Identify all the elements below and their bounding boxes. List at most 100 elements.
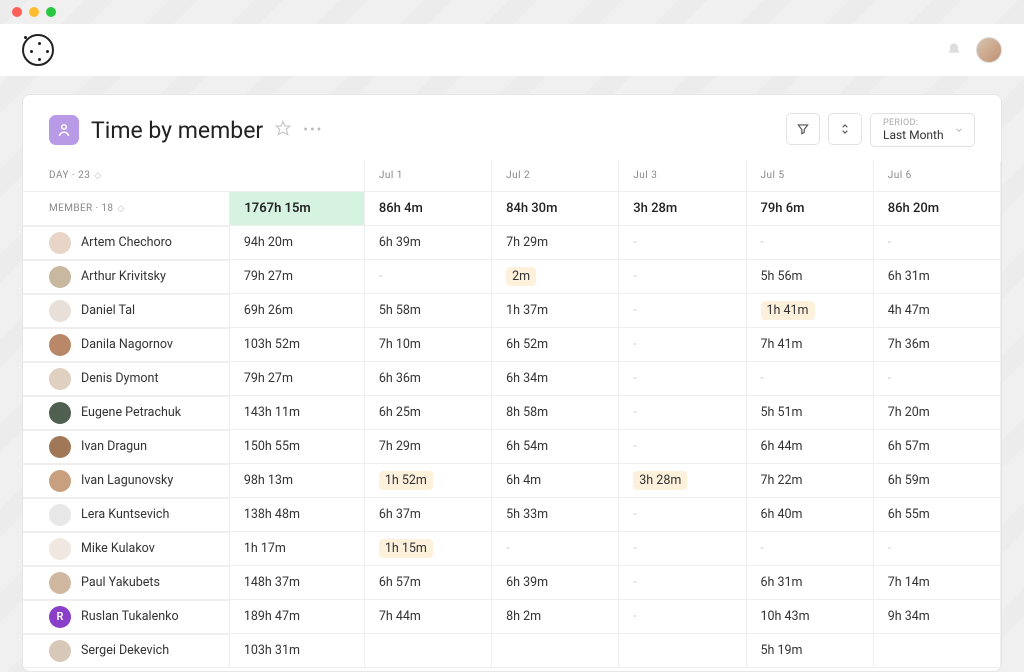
member-name-cell[interactable]: Arthur Krivitsky: [23, 260, 230, 294]
table-row[interactable]: Ivan Dragun150h 55m7h 29m6h 54m-6h 44m6h…: [23, 430, 1001, 464]
day-header[interactable]: Jul 3: [619, 161, 746, 191]
filter-button[interactable]: [786, 113, 820, 145]
table-row[interactable]: Artem Chechoro94h 20m6h 39m7h 29m---: [23, 225, 1001, 260]
member-avatar: [49, 334, 71, 356]
table-row[interactable]: Ivan Lagunovsky98h 13m1h 52m6h 4m3h 28m7…: [23, 464, 1001, 498]
table-row[interactable]: Mike Kulakov1h 17m1h 15m----: [23, 532, 1001, 566]
time-cell: 7h 44m: [364, 600, 491, 634]
member-name-cell[interactable]: Daniel Tal: [23, 294, 230, 328]
member-name-cell[interactable]: Mike Kulakov: [23, 532, 230, 566]
member-avatar: [49, 470, 71, 492]
time-cell: 8h 2m: [492, 600, 619, 634]
member-name-cell[interactable]: Ivan Lagunovsky: [23, 464, 230, 498]
day-total-cell: 79h 6m: [746, 191, 873, 225]
time-cell: 6h 44m: [746, 430, 873, 464]
member-name: Denis Dymont: [81, 371, 159, 386]
member-name-cell[interactable]: RRuslan Tukalenko: [23, 600, 230, 634]
member-total-cell: 94h 20m: [230, 225, 364, 260]
table-row[interactable]: Denis Dymont79h 27m6h 36m6h 34m---: [23, 362, 1001, 396]
member-name: Arthur Krivitsky: [81, 269, 166, 284]
favorite-star-icon[interactable]: [275, 120, 291, 140]
table-row[interactable]: Arthur Krivitsky79h 27m-2m-5h 56m6h 31m: [23, 260, 1001, 294]
time-cell: 6h 55m: [873, 498, 1000, 532]
notification-icon[interactable]: [946, 42, 962, 58]
member-avatar: [49, 572, 71, 594]
member-name-cell[interactable]: Ivan Dragun: [23, 430, 230, 464]
time-cell: 7h 29m: [492, 225, 619, 260]
table-row[interactable]: Lera Kuntsevich138h 48m6h 37m5h 33m-6h 4…: [23, 498, 1001, 532]
day-header[interactable]: Jul 5: [746, 161, 873, 191]
member-avatar: [49, 402, 71, 424]
time-cell: [364, 634, 491, 668]
member-name-cell[interactable]: Lera Kuntsevich: [23, 498, 230, 532]
report-panel: Time by member ••• PERIOD: Last Month: [22, 94, 1002, 672]
time-cell: -: [619, 294, 746, 328]
time-cell: 6h 59m: [873, 464, 1000, 498]
member-total-cell: 79h 27m: [230, 260, 364, 294]
member-total-cell: 98h 13m: [230, 464, 364, 498]
app-logo[interactable]: [22, 34, 54, 66]
time-cell: 5h 58m: [364, 294, 491, 328]
day-total-cell: 86h 20m: [873, 191, 1000, 225]
day-header[interactable]: Jul 1: [364, 161, 491, 191]
member-avatar: [49, 368, 71, 390]
member-name-cell[interactable]: Artem Chechoro: [23, 226, 230, 260]
member-total-cell: 138h 48m: [230, 498, 364, 532]
window-maximize-button[interactable]: [46, 7, 56, 17]
table-row[interactable]: Sergei Dekevich103h 31m5h 19m: [23, 634, 1001, 668]
day-total-cell: 86h 4m: [364, 191, 491, 225]
time-cell: -: [619, 362, 746, 396]
time-cell: -: [619, 566, 746, 600]
time-cell: 9h 34m: [873, 600, 1000, 634]
member-name-cell[interactable]: Denis Dymont: [23, 362, 230, 396]
time-cell: 3h 28m: [619, 464, 746, 498]
user-avatar[interactable]: [976, 37, 1002, 63]
member-total-cell: 148h 37m: [230, 566, 364, 600]
day-total-cell: 84h 30m: [492, 191, 619, 225]
day-header[interactable]: Jul 6: [873, 161, 1000, 191]
chevron-down-icon: [954, 125, 964, 135]
time-cell: 6h 36m: [364, 362, 491, 396]
time-cell: 7h 22m: [746, 464, 873, 498]
member-name: Ivan Lagunovsky: [81, 473, 173, 488]
period-select[interactable]: PERIOD: Last Month: [870, 113, 975, 147]
member-avatar: [49, 640, 71, 662]
member-avatar: [49, 538, 71, 560]
time-cell: 6h 39m: [492, 566, 619, 600]
more-options-icon[interactable]: •••: [303, 122, 323, 138]
member-name: Paul Yakubets: [81, 575, 160, 590]
member-name: Artem Chechoro: [81, 235, 172, 250]
member-name-cell[interactable]: Paul Yakubets: [23, 566, 230, 600]
time-cell: 5h 19m: [746, 634, 873, 668]
time-cell: 2m: [492, 260, 619, 294]
member-total-cell: 79h 27m: [230, 362, 364, 396]
table-row[interactable]: Daniel Tal69h 26m5h 58m1h 37m-1h 41m4h 4…: [23, 294, 1001, 328]
table-row[interactable]: RRuslan Tukalenko189h 47m7h 44m8h 2m-10h…: [23, 600, 1001, 634]
time-cell: 7h 36m: [873, 328, 1000, 362]
day-header[interactable]: Jul 2: [492, 161, 619, 191]
member-name-cell[interactable]: Eugene Petrachuk: [23, 396, 230, 430]
table-row[interactable]: Paul Yakubets148h 37m6h 57m6h 39m-6h 31m…: [23, 566, 1001, 600]
table-row[interactable]: Eugene Petrachuk143h 11m6h 25m8h 58m-5h …: [23, 396, 1001, 430]
time-cell: 4h 47m: [873, 294, 1000, 328]
member-name-cell[interactable]: Sergei Dekevich: [23, 634, 230, 668]
window-close-button[interactable]: [12, 7, 22, 17]
member-avatar: R: [49, 606, 71, 628]
member-total-cell: 189h 47m: [230, 600, 364, 634]
time-cell: 10h 43m: [746, 600, 873, 634]
member-avatar: [49, 504, 71, 526]
time-cell: -: [619, 600, 746, 634]
member-count-header[interactable]: MEMBER · 18◇: [23, 191, 230, 225]
member-name-cell[interactable]: Danila Nagornov: [23, 328, 230, 362]
time-cell: 7h 14m: [873, 566, 1000, 600]
table-row[interactable]: Danila Nagornov103h 52m7h 10m6h 52m-7h 4…: [23, 328, 1001, 362]
day-count-header[interactable]: DAY · 23◇: [23, 161, 364, 191]
member-name: Lera Kuntsevich: [81, 507, 169, 522]
time-cell: 6h 37m: [364, 498, 491, 532]
time-cell: 6h 31m: [746, 566, 873, 600]
window-minimize-button[interactable]: [29, 7, 39, 17]
sort-button[interactable]: [828, 113, 862, 145]
window-titlebar: [0, 0, 1024, 24]
member-name: Daniel Tal: [81, 303, 135, 318]
time-cell: -: [873, 532, 1000, 566]
